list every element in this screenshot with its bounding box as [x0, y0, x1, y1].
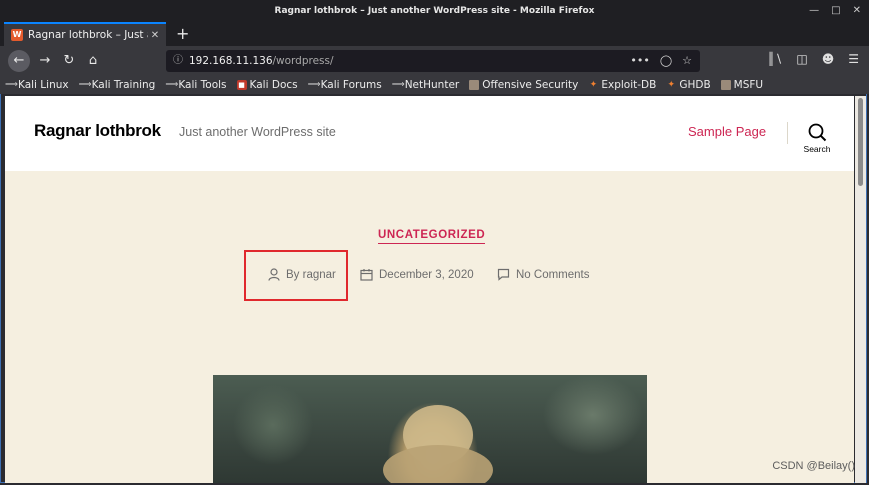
library-icon[interactable]: ║∖	[768, 52, 783, 66]
exploitdb-icon: ✦	[589, 80, 598, 90]
search-label: Search	[803, 144, 831, 154]
reload-button[interactable]: ↻	[60, 52, 78, 70]
close-tab-icon[interactable]: ✕	[148, 30, 162, 41]
menu-link-sample-page[interactable]: Sample Page	[688, 124, 766, 139]
nethunter-icon: ⟹	[391, 80, 405, 90]
site-info-icon[interactable]: ⓘ	[173, 50, 183, 72]
bookmark-kali-tools[interactable]: ⟹ Kali Tools	[165, 79, 226, 91]
bookmarks-toolbar: ⟹ Kali Linux ⟹ Kali Training ⟹ Kali Tools ■…	[0, 76, 869, 94]
site-title-link[interactable]: Ragnar lothbrok	[34, 121, 161, 141]
watermark: CSDN @Beilay()	[772, 460, 855, 472]
comment-icon	[497, 268, 510, 281]
annotation-highlight-box	[244, 250, 348, 301]
web-page: Ragnar lothbrok Just another WordPress s…	[5, 96, 854, 483]
bookmark-kali-forums[interactable]: ⟹ Kali Forums	[308, 79, 382, 91]
bookmark-exploit-db[interactable]: ✦ Exploit-DB	[588, 79, 657, 91]
post-date-link[interactable]: December 3, 2020	[379, 269, 474, 281]
forward-button[interactable]: →	[36, 52, 54, 70]
page-actions-icon[interactable]: •••	[630, 50, 649, 72]
bookmark-ghdb[interactable]: ✦ GHDB	[666, 79, 711, 91]
url-host: 192.168.11.136	[189, 55, 273, 67]
ghdb-icon: ✦	[667, 80, 676, 90]
search-toggle-button[interactable]: Search	[802, 123, 832, 155]
post-date: December 3, 2020	[360, 268, 474, 281]
toolbar-right: ║∖ ◫ ☻ ☰	[768, 52, 860, 66]
bookmark-nethunter[interactable]: ⟹ NetHunter	[392, 79, 460, 91]
navigation-toolbar: ← → ↻ ⌂ ⓘ 192.168.11.136/wordpress/ ••• …	[0, 46, 869, 76]
kali-dragon-icon: ⟹	[78, 80, 92, 90]
bookmark-offensive-security[interactable]: Offensive Security	[469, 79, 578, 91]
site-description: Just another WordPress site	[179, 125, 336, 139]
url-text[interactable]: 192.168.11.136/wordpress/	[189, 50, 334, 72]
featured-image	[213, 375, 647, 483]
post-category-link[interactable]: UNCATEGORIZED	[378, 229, 486, 244]
window-title: Ragnar lothbrok – Just another WordPress…	[274, 6, 595, 16]
menu-hamburger-icon[interactable]: ☰	[848, 52, 859, 66]
home-button[interactable]: ⌂	[84, 52, 102, 70]
calendar-icon	[360, 269, 373, 281]
bookmark-kali-training[interactable]: ⟹ Kali Training	[79, 79, 156, 91]
new-tab-icon[interactable]: +	[176, 22, 189, 46]
kali-docs-icon: ■	[236, 80, 247, 90]
account-icon[interactable]: ☻	[822, 52, 835, 66]
header-divider	[787, 122, 788, 144]
kali-dragon-icon: ⟹	[5, 80, 18, 90]
bookmark-kali-linux[interactable]: ⟹ Kali Linux	[5, 79, 69, 91]
window-titlebar: Ragnar lothbrok – Just another WordPress…	[0, 0, 869, 22]
url-path: /wordpress/	[272, 55, 334, 67]
wordpress-favicon-icon: W	[11, 29, 23, 41]
kali-dragon-icon: ⟹	[165, 80, 179, 90]
offsec-icon	[469, 80, 480, 90]
maximize-icon[interactable]: □	[831, 0, 840, 22]
page-scrollbar[interactable]	[855, 96, 866, 483]
bookmark-star-icon[interactable]: ☆	[682, 50, 692, 72]
back-button[interactable]: ←	[8, 50, 30, 72]
sidebar-icon[interactable]: ◫	[796, 52, 807, 66]
active-tab[interactable]: W Ragnar lothbrok – Just an ✕	[4, 22, 166, 46]
bookmark-msfu[interactable]: MSFU	[720, 79, 763, 91]
close-window-icon[interactable]: ✕	[853, 0, 861, 22]
bookmark-kali-docs[interactable]: ■ Kali Docs	[236, 79, 298, 91]
msfu-icon	[720, 80, 731, 90]
tab-title: Ragnar lothbrok – Just an	[28, 29, 148, 41]
post-comments-link[interactable]: No Comments	[516, 269, 590, 281]
kali-dragon-icon: ⟹	[307, 80, 321, 90]
post-comments: No Comments	[497, 268, 590, 281]
scrollbar-thumb[interactable]	[858, 98, 863, 186]
site-header: Ragnar lothbrok Just another WordPress s…	[5, 96, 854, 171]
url-bar[interactable]: ⓘ 192.168.11.136/wordpress/ ••• ◯ ☆	[166, 50, 700, 72]
image-detail	[383, 445, 493, 483]
pocket-icon[interactable]: ◯	[660, 50, 672, 72]
search-icon	[808, 123, 826, 142]
tab-strip: W Ragnar lothbrok – Just an ✕ +	[0, 22, 869, 46]
minimize-icon[interactable]: —	[809, 0, 819, 22]
window-controls: — □ ✕	[809, 0, 861, 22]
